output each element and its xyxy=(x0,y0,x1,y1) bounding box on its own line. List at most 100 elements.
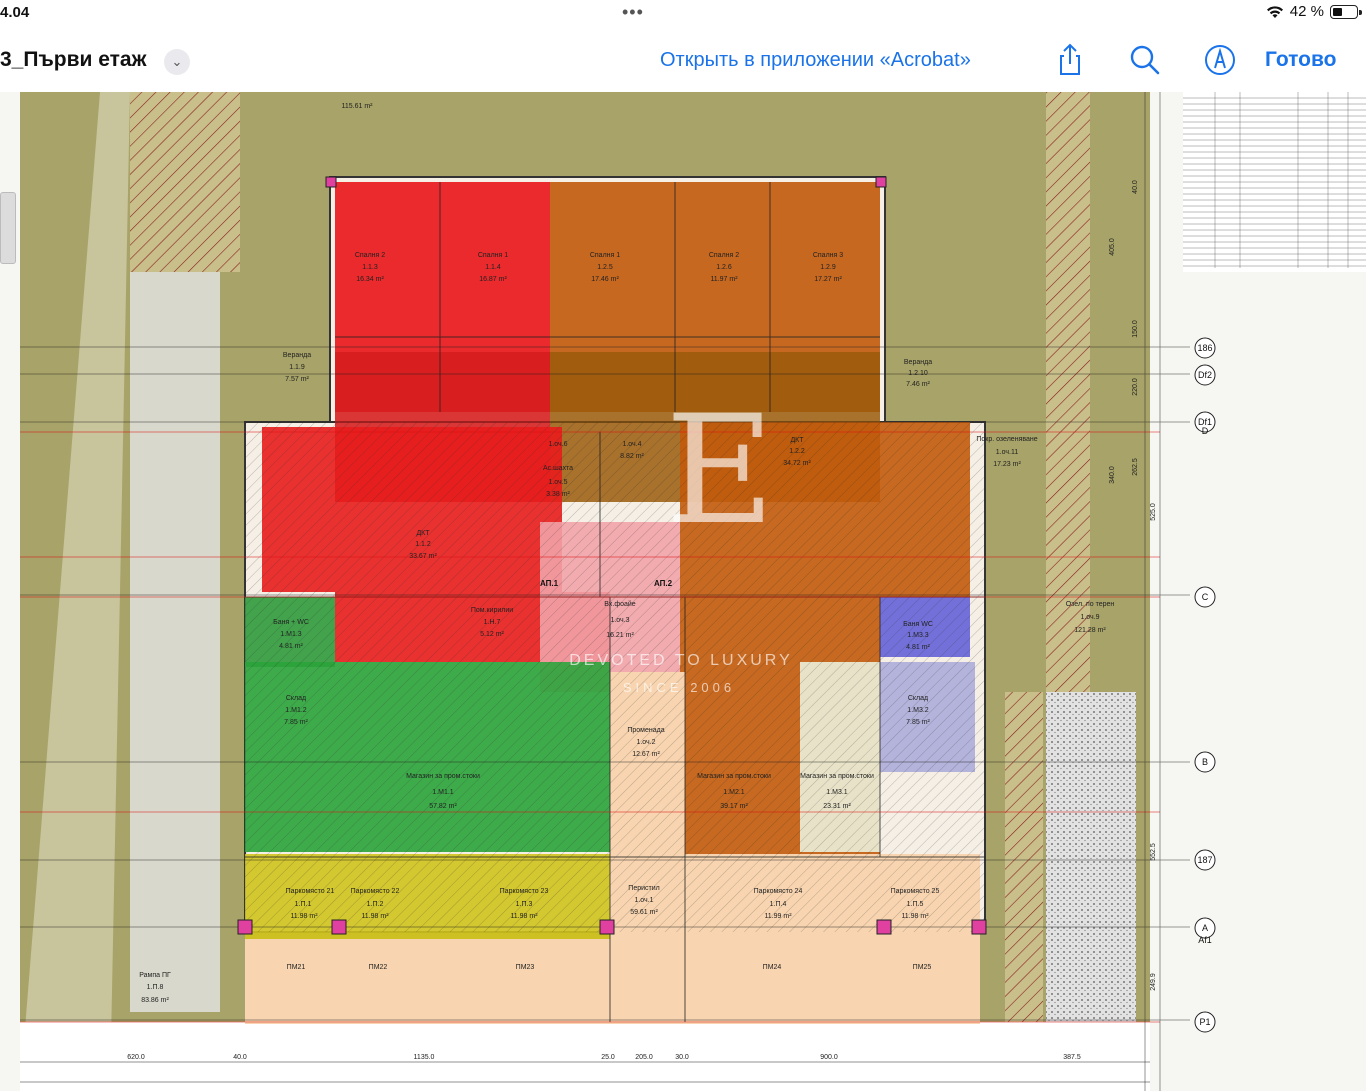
bedroom3-name: Спалня 3 xyxy=(813,252,843,259)
dim-387-5: 387.5 xyxy=(1063,1054,1081,1061)
bedroom1-name: Спалня 1 xyxy=(478,252,508,259)
bedroom-b-name: Спалня 2 xyxy=(709,252,739,259)
foyer-code: 1.оч.3 xyxy=(610,617,629,624)
parking-24-tag: ПМ24 xyxy=(763,964,782,971)
ramp-area: 83.86 m² xyxy=(141,997,169,1004)
parking-21-code: 1.П.1 xyxy=(295,901,312,908)
open-in-acrobat-link[interactable]: Открыть в приложении «Acrobat» xyxy=(660,49,971,72)
parking-25-area: 11.98 m² xyxy=(901,913,929,920)
dkt-right-code: 1.2.2 xyxy=(789,448,805,455)
done-button[interactable]: Готово xyxy=(1265,48,1336,72)
axis-186: 186 xyxy=(1197,343,1212,353)
dim-1135: 1135.0 xyxy=(414,1054,435,1061)
bedroom-b-area: 11.97 m² xyxy=(710,276,738,283)
shaft-code: 1.оч.5 xyxy=(548,479,567,486)
store-right-area: 7.85 m² xyxy=(906,719,930,726)
shop-left-name: Магазин за пром.стоки xyxy=(406,773,480,780)
bedroom2-area: 16.34 m² xyxy=(356,276,384,283)
dim-30: 30.0 xyxy=(675,1054,689,1061)
parking-24-area: 11.99 m² xyxy=(764,913,792,920)
parking-23-area: 11.98 m² xyxy=(510,913,538,920)
bedroom-b-code: 1.2.6 xyxy=(716,264,732,271)
markup-pen-icon[interactable] xyxy=(1202,42,1238,78)
veranda-right-area: 7.46 m² xyxy=(906,381,930,388)
stairs-area: 8.82 m² xyxy=(620,453,644,460)
top-area: 115.61 m² xyxy=(342,103,374,110)
shop-middle-code: 1.М2.1 xyxy=(723,789,745,796)
promenade-name: Променада xyxy=(627,727,664,734)
navigation-bar: 3_Първи етаж ⌄ Открыть в приложении «Acr… xyxy=(0,30,1366,92)
elevator-code: 1.оч.6 xyxy=(548,441,567,448)
multitask-dots[interactable]: ••• xyxy=(622,2,644,23)
share-icon[interactable] xyxy=(1052,42,1088,78)
green-ground-name: Озел. по терен xyxy=(1066,601,1115,608)
shop-left-code: 1.М1.1 xyxy=(432,789,454,796)
dim-25: 25.0 xyxy=(601,1054,615,1061)
bedroom2-code: 1.1.3 xyxy=(362,264,378,271)
rdim-4: 220.0 xyxy=(1132,378,1139,396)
apartment-1-tag: АП.1 xyxy=(540,579,559,588)
axis-a: A xyxy=(1202,923,1208,933)
shop-left-area: 57.82 m² xyxy=(429,803,457,810)
dkt-right-area: 34.72 m² xyxy=(783,460,811,467)
dkt-left-area: 33.67 m² xyxy=(409,553,437,560)
bedroom-a-code: 1.2.5 xyxy=(597,264,613,271)
store-left-area: 7.85 m² xyxy=(284,719,308,726)
battery-icon xyxy=(1330,4,1362,19)
veranda-left-area: 7.57 m² xyxy=(285,376,309,383)
green-roof-name: Покр. озеленяване xyxy=(976,436,1037,443)
axis-df2: Df2 xyxy=(1198,370,1212,380)
search-icon[interactable] xyxy=(1127,42,1163,78)
peristyle-area: 59.61 m² xyxy=(630,909,658,916)
rdim-5: 340.0 xyxy=(1109,466,1116,484)
parking-25-code: 1.П.5 xyxy=(907,901,924,908)
foyer-area: 16.21 m² xyxy=(606,632,634,639)
shop-middle-area: 39.17 m² xyxy=(720,803,748,810)
bedroom1-area: 16.87 m² xyxy=(479,276,507,283)
parking-25-name: Паркомясто 25 xyxy=(891,888,940,895)
parking-23-name: Паркомясто 23 xyxy=(500,888,549,895)
dim-900: 900.0 xyxy=(820,1054,838,1061)
status-bar: 4.04 ••• 42 % xyxy=(0,0,1366,30)
axis-b: B xyxy=(1202,757,1208,767)
parking-23-tag: ПМ23 xyxy=(516,964,535,971)
peristyle-code: 1.оч.1 xyxy=(634,897,653,904)
shop-middle-name: Магазин за пром.стоки xyxy=(697,773,771,780)
shaft-area: 3.38 m² xyxy=(546,491,570,498)
rdim-9: 249.9 xyxy=(1150,973,1157,991)
promenade-code: 1.оч.2 xyxy=(636,739,655,746)
status-right: 42 % xyxy=(1266,3,1362,20)
document-title[interactable]: 3_Първи етаж xyxy=(0,48,147,72)
bath-left-name: Баня + WC xyxy=(273,619,309,626)
bedroom2-name: Спалня 2 xyxy=(355,252,385,259)
watermark-since: SINCE 2006 xyxy=(623,680,735,695)
hall-area: 5.12 m² xyxy=(480,631,504,638)
parking-22-name: Паркомясто 22 xyxy=(351,888,400,895)
hall-code: 1.Н.7 xyxy=(484,619,501,626)
pdf-viewer[interactable]: Спалня 2 1.1.3 16.34 m² Спалня 1 1.1.4 1… xyxy=(0,92,1366,1091)
rdim-7: 525.0 xyxy=(1150,503,1157,521)
bath-right-area: 4.81 m² xyxy=(906,644,930,651)
bath-left-code: 1.М1.3 xyxy=(280,631,302,638)
promenade-area: 12.67 m² xyxy=(632,751,660,758)
green-ground-code: 1.оч.9 xyxy=(1080,614,1099,621)
rdim-6: 262.5 xyxy=(1132,458,1139,476)
chevron-down-icon[interactable]: ⌄ xyxy=(164,49,190,75)
dkt-left-name: ДКТ xyxy=(416,530,430,537)
bath-right-name: Баня WC xyxy=(903,621,933,628)
dkt-left-code: 1.1.2 xyxy=(415,541,431,548)
dim-205: 205.0 xyxy=(635,1054,653,1061)
bedroom1-code: 1.1.4 xyxy=(485,264,501,271)
peristyle-name: Перистил xyxy=(628,885,659,892)
bath-right-code: 1.М3.3 xyxy=(907,632,929,639)
axis-c: C xyxy=(1202,592,1209,602)
foyer-name: Вх.фоайе xyxy=(604,600,635,608)
parking-24-name: Паркомясто 24 xyxy=(754,888,803,895)
parking-22-code: 1.П.2 xyxy=(367,901,384,908)
veranda-left-name: Веранда xyxy=(283,352,311,359)
floor-plan-drawing: Спалня 2 1.1.3 16.34 m² Спалня 1 1.1.4 1… xyxy=(20,92,1366,1091)
battery-percent: 42 % xyxy=(1289,3,1324,20)
stairs-code: 1.оч.4 xyxy=(622,441,641,448)
bath-left-area: 4.81 m² xyxy=(279,643,303,650)
rdim-3: 150.0 xyxy=(1132,320,1139,338)
